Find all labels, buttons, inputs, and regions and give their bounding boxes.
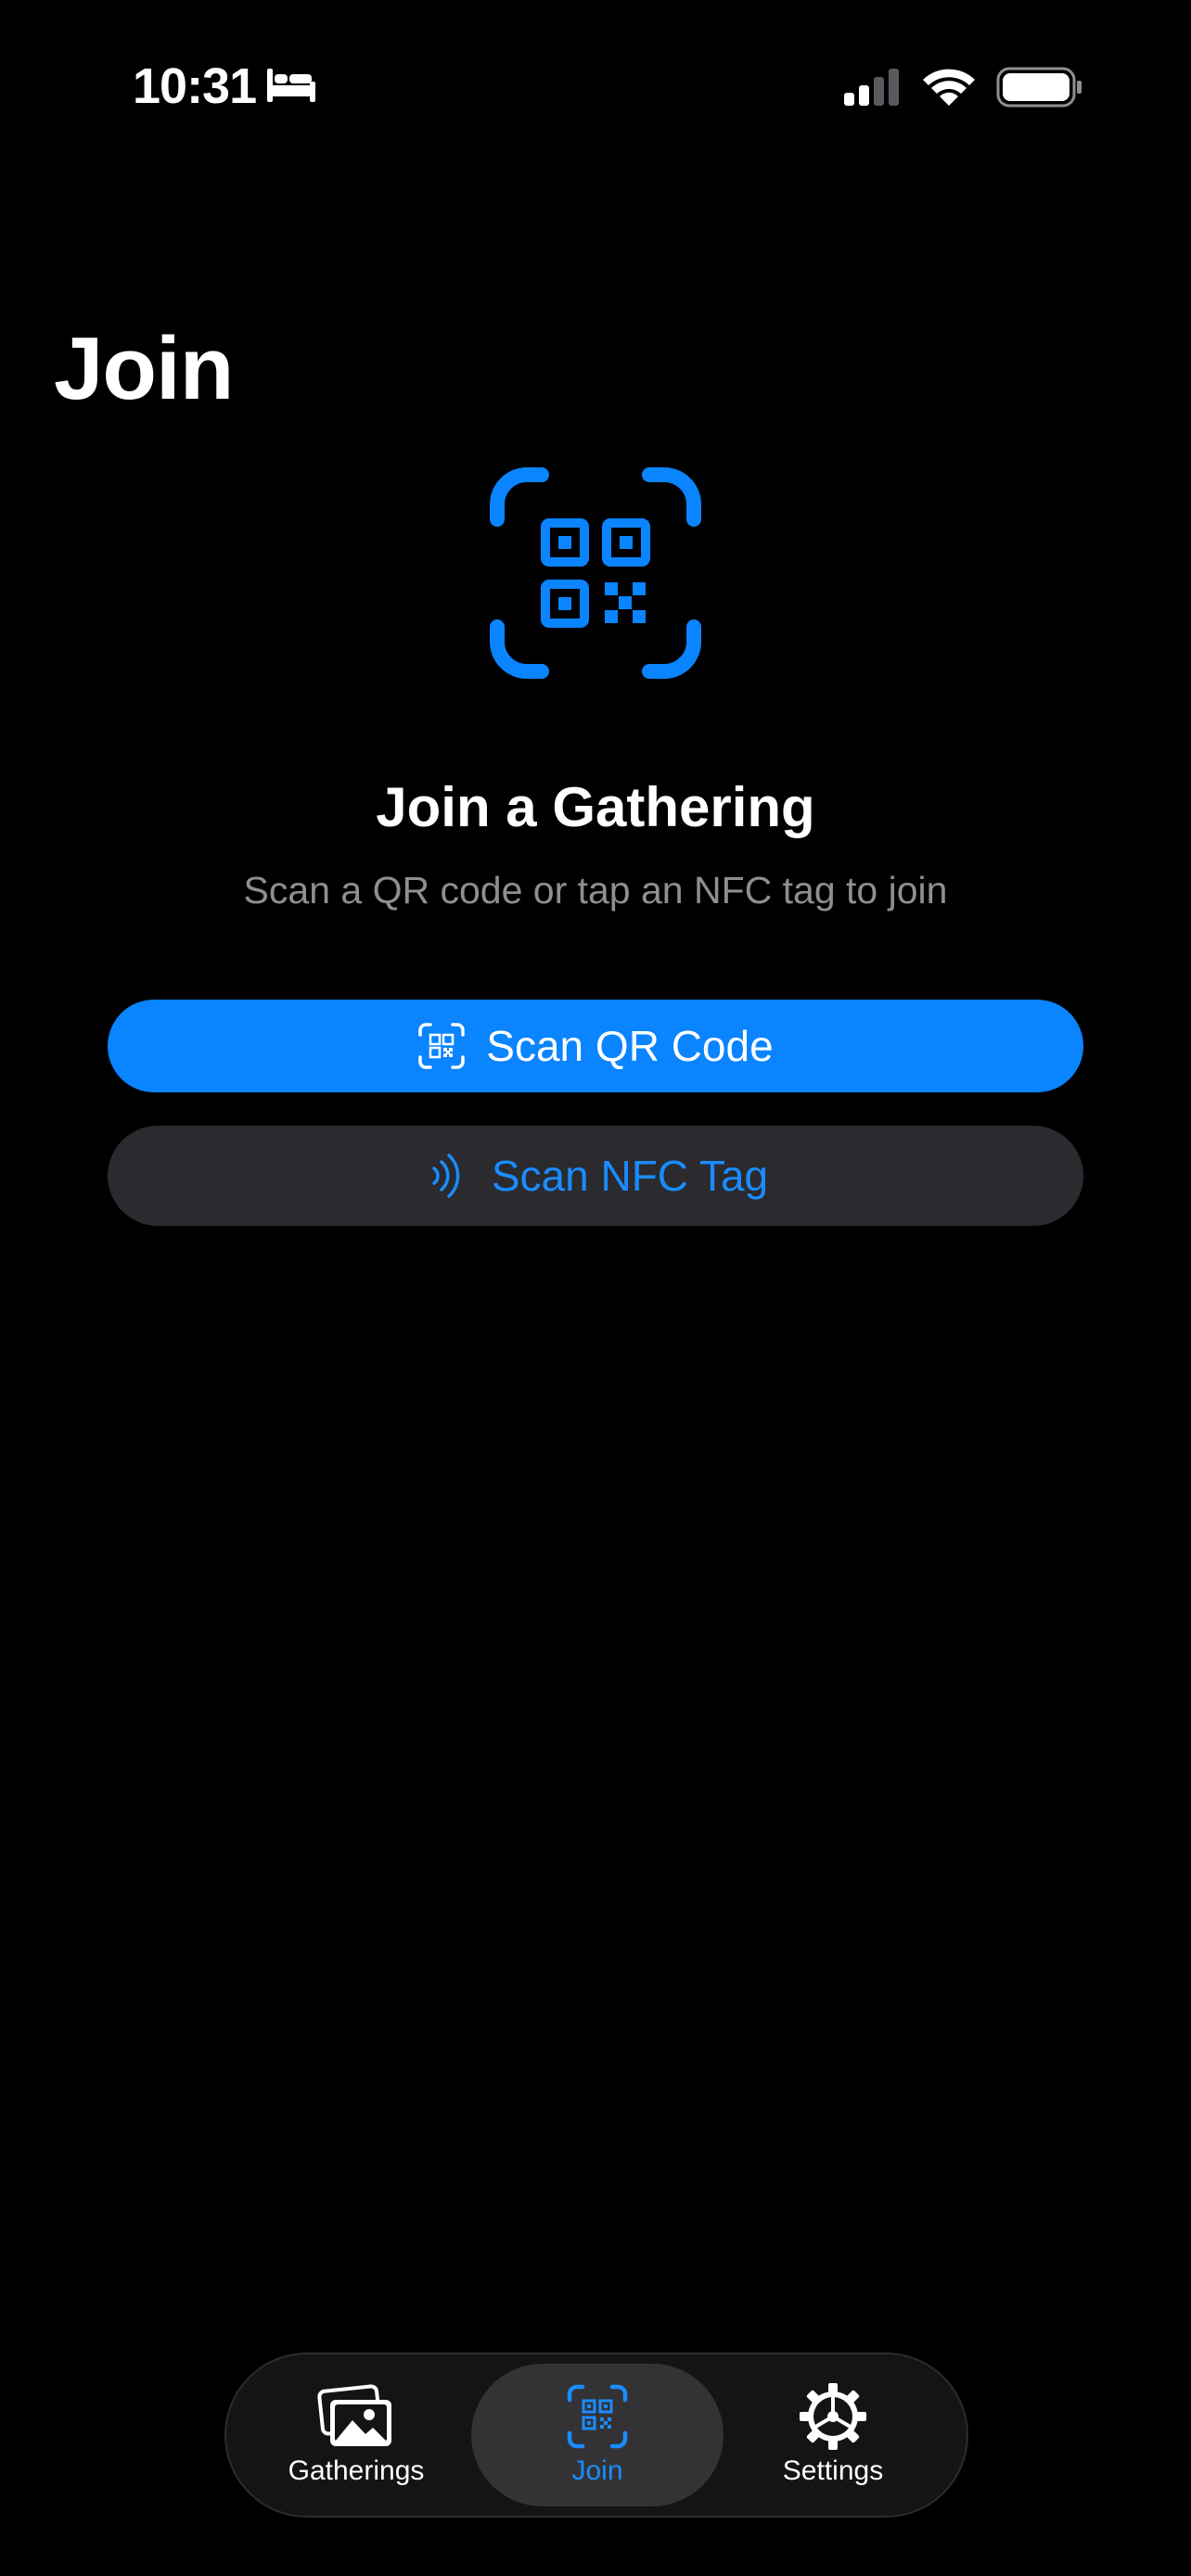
tab-join[interactable]: Join	[471, 2364, 724, 2506]
tab-join-label: Join	[571, 2455, 623, 2486]
battery-icon	[996, 67, 1082, 108]
wifi-icon	[923, 69, 975, 106]
cellular-signal-icon	[844, 69, 899, 106]
gear-icon	[800, 2383, 866, 2450]
hero-heading: Join a Gathering	[376, 776, 815, 838]
scan-qr-code-button[interactable]: Scan QR Code	[108, 1000, 1083, 1092]
tab-settings-label: Settings	[782, 2455, 884, 2486]
qr-viewfinder-icon	[418, 1023, 466, 1069]
bed-icon	[267, 69, 315, 102]
tab-gatherings[interactable]: Gatherings	[230, 2364, 482, 2506]
scan-nfc-tag-button[interactable]: Scan NFC Tag	[108, 1126, 1083, 1226]
qr-viewfinder-icon	[490, 467, 701, 679]
photo-stack-icon	[317, 2384, 391, 2446]
qr-viewfinder-icon	[567, 2384, 628, 2449]
status-time: 10:31	[133, 58, 257, 114]
nfc-waves-icon	[432, 1154, 460, 1198]
hero-subtitle: Scan a QR code or tap an NFC tag to join	[243, 869, 948, 912]
scan-qr-code-label: Scan QR Code	[486, 1022, 774, 1070]
tab-settings[interactable]: Settings	[707, 2364, 959, 2506]
tab-gatherings-label: Gatherings	[288, 2455, 425, 2486]
tab-bar: Gatherings Join Settings	[224, 2353, 968, 2518]
page-title: Join	[54, 319, 234, 418]
scan-nfc-tag-label: Scan NFC Tag	[491, 1152, 769, 1200]
